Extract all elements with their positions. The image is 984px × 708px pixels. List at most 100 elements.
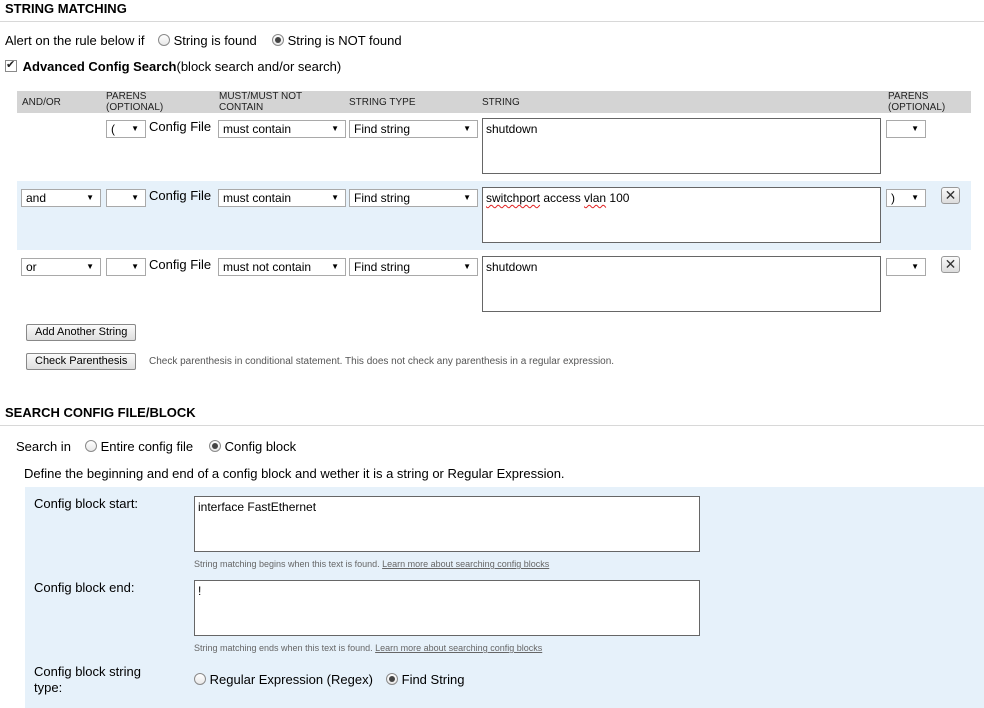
- radio-icon[interactable]: [85, 440, 97, 452]
- radio-string-found-label: String is found: [173, 33, 257, 48]
- string-type-select[interactable]: Find string ▼: [349, 120, 478, 138]
- add-another-string-button[interactable]: Add Another String: [26, 324, 137, 341]
- radio-icon[interactable]: [386, 673, 398, 685]
- radio-icon[interactable]: [158, 34, 170, 46]
- search-in-label: Search in: [16, 439, 71, 454]
- radio-icon[interactable]: [272, 34, 284, 46]
- check-parenthesis-note: Check parenthesis in conditional stateme…: [149, 356, 615, 367]
- divider: [0, 21, 984, 22]
- triangle-down-icon: ▼: [331, 124, 339, 133]
- close-icon: ✕: [944, 187, 957, 203]
- string-part: vlan: [584, 191, 607, 205]
- triangle-down-icon: ▼: [911, 193, 919, 202]
- close-paren-select[interactable]: ▼: [886, 258, 926, 276]
- radio-icon[interactable]: [194, 673, 206, 685]
- string-type-select[interactable]: Find string ▼: [349, 258, 478, 276]
- triangle-down-icon: ▼: [911, 262, 919, 271]
- radio-string-not-found[interactable]: String is NOT found: [272, 33, 402, 48]
- advanced-config-label: Advanced Config Search: [22, 59, 177, 74]
- triangle-down-icon: ▼: [463, 262, 471, 271]
- triangle-down-icon: ▼: [131, 124, 139, 133]
- radio-entire-config[interactable]: Entire config file: [85, 439, 193, 454]
- triangle-down-icon: ▼: [911, 124, 919, 133]
- close-icon: ✕: [944, 256, 957, 272]
- string-part: 100: [606, 191, 630, 205]
- type-label-line2: type:: [34, 680, 63, 695]
- radio-find-string[interactable]: Find String: [386, 672, 465, 687]
- header-must: MUST/MUST NOT CONTAIN: [219, 91, 302, 113]
- config-block-start-note: String matching begins when this text is…: [194, 559, 549, 569]
- source-label: Config File: [149, 119, 212, 134]
- config-block-end-label: Config block end:: [34, 580, 135, 595]
- string-input[interactable]: shutdown: [482, 256, 881, 312]
- note-text: String matching begins when this text is…: [194, 559, 380, 569]
- header-string-type: STRING TYPE: [349, 97, 416, 108]
- learn-more-link[interactable]: Learn more about searching config blocks: [382, 559, 549, 569]
- string-type-value: Find string: [354, 191, 411, 205]
- config-block-start-input[interactable]: interface FastEthernet: [194, 496, 700, 552]
- config-block-string-type-label: Config block string type:: [34, 664, 141, 696]
- define-text: Define the beginning and end of a config…: [24, 466, 565, 481]
- search-config-title: SEARCH CONFIG FILE/BLOCK: [5, 405, 196, 420]
- radio-regex[interactable]: Regular Expression (Regex): [194, 672, 373, 687]
- radio-config-block-label: Config block: [224, 439, 297, 454]
- triangle-down-icon: ▼: [331, 262, 339, 271]
- radio-string-found[interactable]: String is found: [158, 33, 257, 48]
- string-part: access: [540, 191, 585, 205]
- must-value: must contain: [223, 122, 292, 136]
- string-matching-title: STRING MATCHING: [5, 1, 127, 16]
- open-paren-value: (: [111, 122, 115, 136]
- remove-row-button[interactable]: ✕: [941, 256, 960, 273]
- open-paren-select[interactable]: ▼: [106, 189, 146, 207]
- close-paren-select[interactable]: ▼: [886, 120, 926, 138]
- config-block-end-input[interactable]: !: [194, 580, 700, 636]
- remove-row-button[interactable]: ✕: [941, 187, 960, 204]
- type-label-line1: Config block string: [34, 664, 141, 679]
- radio-find-string-label: Find String: [401, 672, 465, 687]
- divider: [0, 425, 984, 426]
- must-select[interactable]: must contain ▼: [218, 189, 346, 207]
- radio-config-block[interactable]: Config block: [209, 439, 296, 454]
- checkbox-icon[interactable]: [5, 58, 17, 72]
- triangle-down-icon: ▼: [463, 193, 471, 202]
- radio-regex-label: Regular Expression (Regex): [209, 672, 373, 687]
- check-parenthesis-button[interactable]: Check Parenthesis: [26, 353, 137, 370]
- close-paren-select[interactable]: ) ▼: [886, 189, 926, 207]
- open-paren-select[interactable]: ▼: [106, 258, 146, 276]
- header-must-sub: CONTAIN: [219, 102, 264, 113]
- source-label: Config File: [149, 257, 212, 272]
- radio-entire-config-label: Entire config file: [100, 439, 194, 454]
- header-parens-open-label: PARENS: [106, 91, 147, 102]
- must-select[interactable]: must not contain ▼: [218, 258, 346, 276]
- advanced-config-search[interactable]: Advanced Config Search(block search and/…: [5, 58, 341, 74]
- triangle-down-icon: ▼: [86, 262, 94, 271]
- header-parens-open-sub: (OPTIONAL): [106, 102, 164, 113]
- learn-more-link[interactable]: Learn more about searching config blocks: [375, 643, 542, 653]
- radio-icon[interactable]: [209, 440, 221, 452]
- source-label: Config File: [149, 188, 212, 203]
- triangle-down-icon: ▼: [463, 124, 471, 133]
- and-or-select[interactable]: or ▼: [21, 258, 101, 276]
- header-and-or: AND/OR: [22, 97, 61, 108]
- header-parens-close-sub: (OPTIONAL): [888, 102, 946, 113]
- string-part: switchport: [486, 191, 541, 205]
- triangle-down-icon: ▼: [131, 262, 139, 271]
- note-text: String matching ends when this text is f…: [194, 643, 373, 653]
- header-string: STRING: [482, 97, 520, 108]
- string-input[interactable]: switchport access vlan 100: [482, 187, 881, 243]
- must-value: must contain: [223, 191, 292, 205]
- and-or-select[interactable]: and ▼: [21, 189, 101, 207]
- string-type-select[interactable]: Find string ▼: [349, 189, 478, 207]
- triangle-down-icon: ▼: [331, 193, 339, 202]
- alert-label: Alert on the rule below if: [5, 33, 145, 48]
- header-parens-close-label: PARENS: [888, 91, 929, 102]
- must-value: must not contain: [223, 260, 312, 274]
- and-or-value: and: [26, 191, 47, 205]
- radio-string-not-found-label: String is NOT found: [287, 33, 402, 48]
- string-type-value: Find string: [354, 122, 411, 136]
- string-input[interactable]: shutdown: [482, 118, 881, 174]
- close-paren-value: ): [891, 191, 895, 205]
- must-select[interactable]: must contain ▼: [218, 120, 346, 138]
- open-paren-select[interactable]: (▼: [106, 120, 146, 138]
- string-type-value: Find string: [354, 260, 411, 274]
